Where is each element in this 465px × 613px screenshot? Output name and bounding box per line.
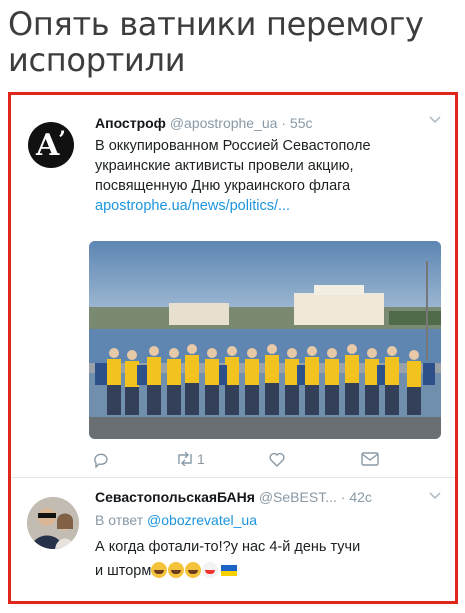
avatar[interactable]: A’: [28, 122, 74, 168]
tweet-header: Апостроф @apostrophe_ua · 55c: [95, 115, 312, 131]
tweet-text-line-2: и шторм: [95, 559, 449, 583]
reply-handle[interactable]: @obozrevatel_ua: [147, 512, 257, 528]
clown-emoji-icon: [202, 562, 219, 578]
like-icon[interactable]: [269, 452, 285, 470]
tweet-time[interactable]: 55c: [290, 115, 313, 131]
caption-line-1: Опять ватники перемогу: [8, 5, 424, 43]
tweet-time[interactable]: 42c: [349, 489, 372, 505]
author-handle[interactable]: @apostrophe_ua: [170, 115, 278, 131]
tweet-text-fragment: и шторм: [95, 563, 152, 579]
chevron-down-icon[interactable]: [429, 489, 441, 503]
tweet-text: В оккупированном Россией Севастополе укр…: [95, 136, 447, 216]
reply-icon[interactable]: [93, 452, 109, 471]
message-icon[interactable]: [361, 452, 379, 469]
tweet-text-line: посвященную Дню украинского флага: [95, 178, 351, 194]
red-highlight-frame: A’ Апостроф @apostrophe_ua · 55c В оккуп…: [8, 92, 458, 604]
caption-line-2: испортили: [8, 41, 186, 79]
separator-dot: ·: [340, 489, 346, 505]
reply-context: В ответ @obozrevatel_ua: [95, 512, 257, 528]
tweet-actions: 1: [93, 451, 393, 471]
author-name[interactable]: СевастопольскаяБАНя: [95, 489, 255, 505]
tweet-photo[interactable]: [89, 241, 441, 439]
tweet-link[interactable]: apostrophe.ua/news/politics/...: [95, 196, 447, 216]
group-photo-image: [89, 241, 441, 439]
tweet-text-line: В оккупированном Россией Севастополе: [95, 138, 371, 154]
avatar-photo: [27, 497, 79, 549]
retweet-icon[interactable]: [175, 451, 195, 469]
meme-caption: Опять ватники перемогу испортили: [8, 6, 448, 78]
reply-prefix: В ответ: [95, 512, 144, 528]
avatar-apostrophe-icon: ’: [58, 127, 66, 153]
tweet-header: СевастопольскаяБАНя @SeBEST... · 42c: [95, 489, 372, 505]
tweet-text-line: украинские активисты провели акцию,: [95, 158, 354, 174]
author-name[interactable]: Апостроф: [95, 115, 166, 131]
laughing-emoji-icon: [151, 562, 168, 578]
chevron-down-icon[interactable]: [429, 113, 441, 127]
separator-dot: ·: [281, 115, 287, 131]
tweet-text-line: А когда фотали-то!?у нас 4-й день тучи: [95, 539, 361, 555]
author-handle[interactable]: @SeBEST...: [259, 489, 337, 505]
retweet-count: 1: [197, 451, 205, 467]
tweet-text: А когда фотали-то!?у нас 4-й день тучи и…: [95, 535, 449, 583]
avatar-letter: A: [36, 127, 60, 163]
ukraine-flag-icon: [221, 565, 238, 576]
avatar[interactable]: [27, 497, 79, 549]
divider: [11, 477, 455, 478]
laughing-emoji-icon: [185, 562, 202, 578]
laughing-emoji-icon: [168, 562, 185, 578]
tweet-apostrophe[interactable]: A’ Апостроф @apostrophe_ua · 55c В оккуп…: [11, 95, 455, 475]
